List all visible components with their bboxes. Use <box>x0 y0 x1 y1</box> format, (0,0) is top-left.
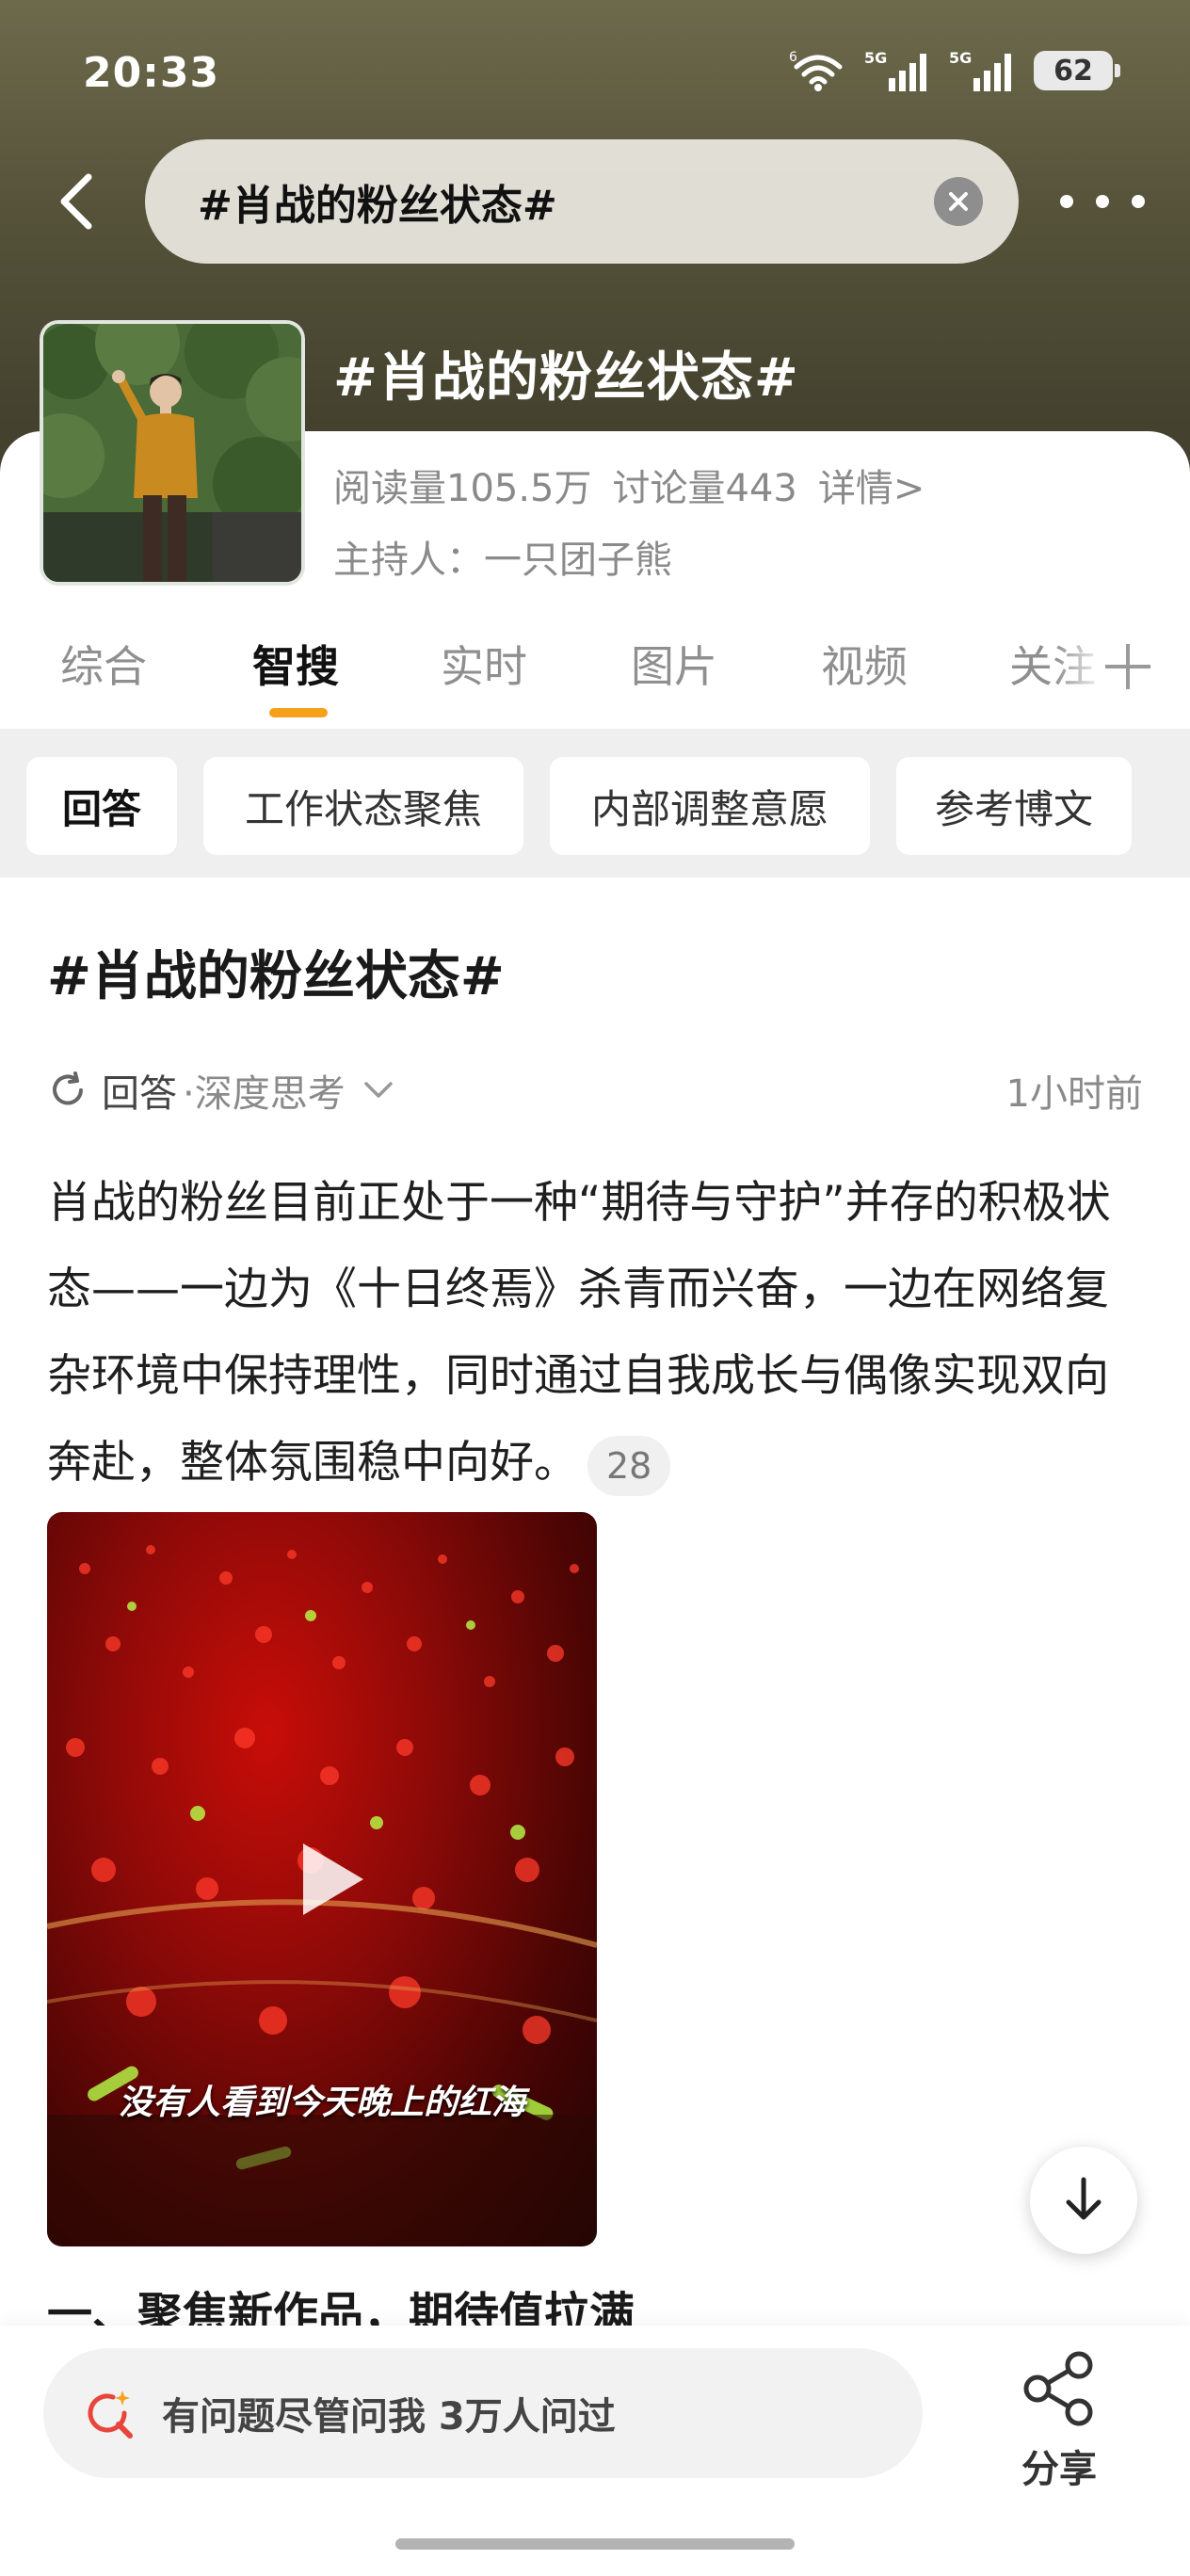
close-icon <box>949 192 968 211</box>
chip-answer[interactable]: 回答 <box>26 757 177 855</box>
cover-illustration <box>43 324 301 582</box>
chevron-left-icon <box>60 173 92 230</box>
topic-detail-link[interactable]: 详情> <box>818 458 925 512</box>
chip-internal-adjustment[interactable]: 内部调整意愿 <box>550 757 870 855</box>
citation-count-badge[interactable]: 28 <box>587 1435 671 1496</box>
discussion-count: 讨论量443 <box>612 467 797 510</box>
answer-title: #肖战的粉丝状态# <box>47 946 505 1007</box>
search-query-text: #肖战的粉丝状态# <box>198 182 557 230</box>
topic-title: #肖战的粉丝状态# <box>333 347 799 409</box>
wifi-badge: 6 <box>789 50 797 65</box>
topic-host: 主持人： 一只团子熊 <box>333 529 672 584</box>
chip-reference-posts[interactable]: 参考博文 <box>896 757 1132 855</box>
tab-videos[interactable]: 视频 <box>821 633 908 695</box>
status-icons: 6 5G 5G 62 <box>789 47 1120 94</box>
answer-timestamp: 1小时前 <box>1005 1072 1143 1116</box>
ask-ai-input[interactable]: 有问题尽管问我 3万人问过 <box>43 2348 923 2478</box>
answer-body: 肖战的粉丝目前正处于一种“期待与守护”并存的积极状态——一边为《十日终焉》杀青而… <box>47 1160 1143 1506</box>
topic-stats: 阅读量105.5万 讨论量443 详情> <box>333 458 925 512</box>
tab-bar: 综合 智搜 实时 图片 视频 关注 <box>0 618 1190 729</box>
tab-smart-search[interactable]: 智搜 <box>252 633 339 695</box>
answer-meta-row: 回答 ·深度思考 1小时前 <box>47 1062 1143 1119</box>
video-caption: 没有人看到今天晚上的红海 <box>118 2083 525 2122</box>
deep-thinking-label: ·深度思考 <box>183 1072 346 1116</box>
nav-row: #肖战的粉丝状态# <box>0 139 1190 264</box>
tab-comprehensive[interactable]: 综合 <box>60 633 147 695</box>
tab-images[interactable]: 图片 <box>631 633 717 695</box>
status-bar: 20:33 6 5G 5G 62 <box>0 0 1190 132</box>
host-label: 主持人： <box>333 539 484 582</box>
read-count: 阅读量105.5万 <box>333 467 592 510</box>
add-tab-plus-icon[interactable] <box>1100 633 1156 699</box>
video-thumbnail[interactable]: 没有人看到今天晚上的红海 <box>47 1512 597 2246</box>
share-icon <box>1023 2351 1093 2426</box>
tab-realtime[interactable]: 实时 <box>441 633 527 695</box>
battery-indicator: 62 <box>1034 51 1120 90</box>
arrow-down-icon <box>1066 2177 1102 2220</box>
signal-2-label: 5G <box>949 49 972 67</box>
more-dot-icon <box>1060 195 1073 208</box>
ai-search-icon <box>88 2391 133 2439</box>
more-dot-icon <box>1096 195 1109 208</box>
home-indicator[interactable] <box>395 2538 795 2550</box>
share-button[interactable]: 分享 <box>1007 2348 1111 2491</box>
active-tab-indicator <box>269 708 328 717</box>
scroll-down-button[interactable] <box>1030 2147 1137 2254</box>
share-label: 分享 <box>1021 2448 1097 2491</box>
signal-icon-sim2: 5G <box>949 49 1011 91</box>
more-options-button[interactable] <box>1060 183 1145 220</box>
answer-label: 回答 <box>102 1072 177 1116</box>
ai-refresh-icon <box>53 1071 83 1105</box>
back-button[interactable] <box>41 166 109 237</box>
answer-paragraph: 肖战的粉丝目前正处于一种“期待与守护”并存的积极状态——一边为《十日终焉》杀青而… <box>47 1177 1111 1489</box>
chip-work-status[interactable]: 工作状态聚焦 <box>203 757 523 855</box>
more-dot-icon <box>1132 195 1145 208</box>
clear-search-button[interactable] <box>934 177 983 226</box>
topic-cover-image[interactable] <box>40 320 305 586</box>
host-name[interactable]: 一只团子熊 <box>484 529 672 584</box>
chevron-down-icon[interactable] <box>362 1080 394 1101</box>
status-time: 20:33 <box>83 49 220 97</box>
signal-icon-sim1: 5G <box>864 49 926 91</box>
filter-chip-bar: 回答 工作状态聚焦 内部调整意愿 参考博文 <box>0 729 1190 877</box>
play-icon[interactable] <box>282 1832 377 1926</box>
signal-1-label: 5G <box>864 49 887 67</box>
search-input[interactable]: #肖战的粉丝状态# <box>145 139 1019 264</box>
ask-ai-placeholder: 有问题尽管问我 3万人问过 <box>162 2395 616 2439</box>
wifi-icon: 6 <box>789 50 843 91</box>
